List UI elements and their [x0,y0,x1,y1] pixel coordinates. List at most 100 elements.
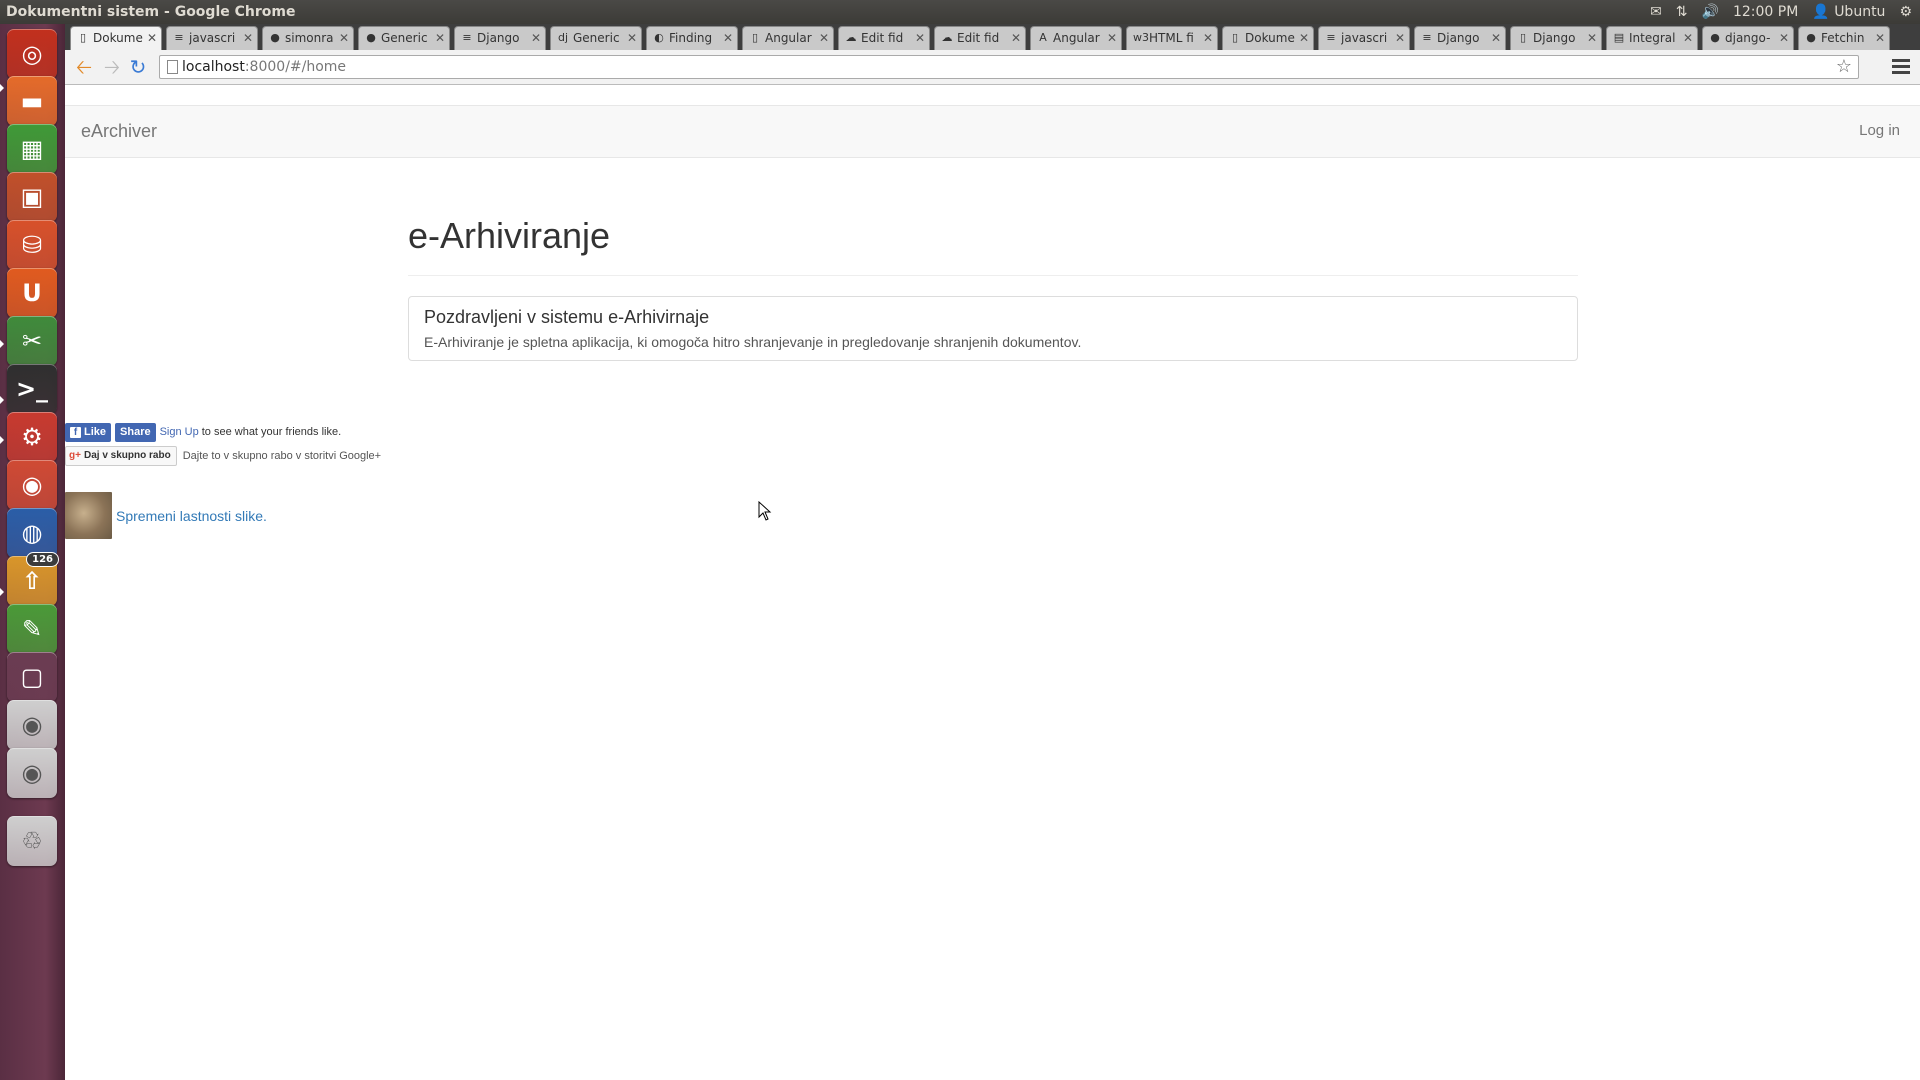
ubuntu-dash-icon[interactable]: ◎ [7,29,57,79]
tab-label: Django [1437,31,1480,45]
stackoverflow-icon: ≡ [1326,31,1336,44]
close-icon[interactable]: ✕ [1011,27,1021,49]
fb-like-button[interactable]: f Like [65,422,112,442]
files-icon[interactable]: ▬ [7,76,57,126]
tab-11[interactable]: w3 HTML fi ✕ [1126,26,1218,50]
bookmark-star-icon[interactable]: ☆ [1836,56,1852,78]
facebook-icon: f [70,426,81,438]
cat-image[interactable] [65,492,112,539]
clock[interactable]: 12:00 PM [1733,0,1798,24]
mail-icon[interactable]: ✉ [1650,0,1662,24]
tab-3[interactable]: ● Generic ✕ [358,26,450,50]
tab-label: Django [1533,31,1576,45]
back-arrow-icon[interactable]: 🡠 [73,56,95,78]
page-title: e-Arhiviranje [408,215,1578,276]
close-icon[interactable]: ✕ [531,27,541,49]
tab-2[interactable]: ● simonra ✕ [262,26,354,50]
tab-13[interactable]: ≡ javascri ✕ [1318,26,1410,50]
close-icon[interactable]: ✕ [1875,27,1885,49]
update-manager-icon[interactable]: ⇧ 126 [7,552,59,606]
cloud-icon: ☁ [941,31,953,44]
tab-4[interactable]: ≡ Django ✕ [454,26,546,50]
gplus-icon: g+ [69,450,81,461]
firefox-icon[interactable]: ◍ [7,508,57,558]
system-tools-icon[interactable]: ✂ [7,316,57,366]
close-icon[interactable]: ✕ [147,27,157,49]
close-icon[interactable]: ✕ [1107,27,1117,49]
software-center-icon[interactable]: ⛁ [7,220,57,270]
gimp-app-icon[interactable]: ✎ [7,604,57,654]
tab-10[interactable]: A Angular ✕ [1030,26,1122,50]
close-icon[interactable]: ✕ [915,27,925,49]
user-icon: 👤 [1812,4,1830,20]
gplus-share-button[interactable]: g+ Daj v skupno rabo [65,446,177,466]
close-icon[interactable]: ✕ [1779,27,1789,49]
workspace-switcher-icon[interactable]: ▢ [7,652,57,702]
close-icon[interactable]: ✕ [1203,27,1213,49]
close-icon[interactable]: ✕ [1299,27,1309,49]
image-properties-link[interactable]: Spremeni lastnosti slike. [116,508,267,524]
tab-label: Generic [573,31,620,45]
tab-label: Angular [765,31,812,45]
tab-16[interactable]: ▤ Integral ✕ [1606,26,1698,50]
tab-label: Generic [381,31,428,45]
window-title: Dokumentni sistem - Google Chrome [6,4,296,20]
close-icon[interactable]: ✕ [1587,27,1597,49]
close-icon[interactable]: ✕ [1395,27,1405,49]
close-icon[interactable]: ✕ [435,27,445,49]
tab-14[interactable]: ≡ Django ✕ [1414,26,1506,50]
trash-icon[interactable]: ♲ [7,816,57,866]
close-icon[interactable]: ✕ [1683,27,1693,49]
disc-icon[interactable]: ◉ [7,748,57,798]
panel-body: E-Arhiviranje je spletna aplikacija, ki … [424,334,1082,350]
close-icon[interactable]: ✕ [723,27,733,49]
close-icon[interactable]: ✕ [243,27,253,49]
tab-7[interactable]: ▯ Angular ✕ [742,26,834,50]
network-icon[interactable]: ⇅ [1676,0,1688,24]
address-bar[interactable]: localhost:8000/#/home ☆ [159,55,1859,79]
page-icon: ▯ [79,31,87,44]
tab-6[interactable]: ◐ Finding ✕ [646,26,738,50]
terminal-icon[interactable]: >_ [7,364,57,414]
tab-1[interactable]: ≡ javascri ✕ [166,26,258,50]
tab-12[interactable]: ▯ Dokume ✕ [1222,26,1314,50]
chrome-icon[interactable]: ◉ [7,460,57,510]
page-icon: ▯ [1231,31,1239,44]
github-icon: ● [270,31,280,44]
fb-signup-link[interactable]: Sign Up [160,426,199,438]
fb-share-button[interactable]: Share [115,422,156,442]
forward-arrow-icon[interactable]: 🡢 [101,56,123,78]
gear-icon[interactable]: ⚙ [1899,0,1912,24]
close-icon[interactable]: ✕ [627,27,637,49]
libreoffice-calc-icon[interactable]: ▦ [7,124,57,174]
indicator-area: ✉ ⇅ 🔊 12:00 PM 👤 Ubuntu ⚙ [1650,0,1912,24]
login-link[interactable]: Log in [1859,122,1900,139]
tab-18[interactable]: ● Fetchin ✕ [1798,26,1890,50]
system-settings-icon[interactable]: ⚙ [7,412,57,462]
web-page: eArchiver Log in e-Arhiviranje Pozdravlj… [65,85,1920,1080]
tab-5[interactable]: dj Generic ✕ [550,26,642,50]
tab-8[interactable]: ☁ Edit fid ✕ [838,26,930,50]
pin-icon: ● [366,31,376,44]
tab-0[interactable]: ▯ Dokume ✕ [70,26,162,50]
close-icon[interactable]: ✕ [819,27,829,49]
tab-17[interactable]: ● django- ✕ [1702,26,1794,50]
doc-icon: ▤ [1613,31,1625,44]
dvd-icon[interactable]: ◉ [7,700,57,750]
chrome-menu-icon[interactable] [1892,56,1910,76]
navbar: eArchiver Log in [65,105,1920,158]
tab-label: Edit fid [861,31,904,45]
cloud-icon: ☁ [845,31,857,44]
reload-icon[interactable]: ↻ [127,56,149,78]
close-icon[interactable]: ✕ [1491,27,1501,49]
tab-15[interactable]: ▯ Django ✕ [1510,26,1602,50]
user-menu[interactable]: 👤 Ubuntu [1812,0,1885,24]
ubuntu-one-icon[interactable]: U [7,268,57,318]
volume-icon[interactable]: 🔊 [1702,0,1719,24]
tab-label: HTML fi [1149,31,1194,45]
close-icon[interactable]: ✕ [339,27,349,49]
page-icon: ▯ [1519,31,1527,44]
libreoffice-impress-icon[interactable]: ▣ [7,172,57,222]
navbar-brand[interactable]: eArchiver [81,121,157,142]
tab-9[interactable]: ☁ Edit fid ✕ [934,26,1026,50]
